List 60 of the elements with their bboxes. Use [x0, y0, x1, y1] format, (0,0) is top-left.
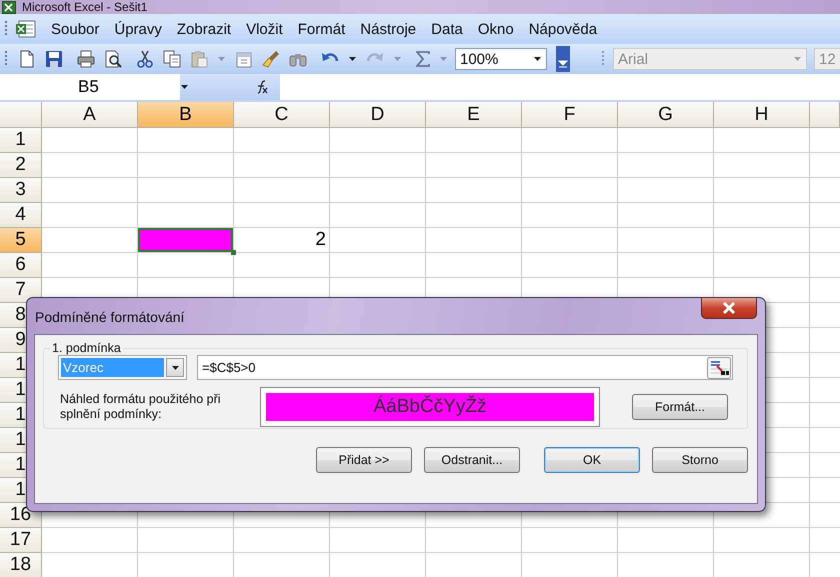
menu-item[interactable]: Úpravy: [106, 16, 169, 42]
column-header[interactable]: D: [330, 102, 426, 128]
menu-item[interactable]: Nápověda: [520, 16, 604, 42]
brush-icon[interactable]: [262, 50, 280, 68]
dialog-button[interactable]: Přidat >>: [316, 447, 412, 473]
column-header[interactable]: B: [138, 102, 234, 128]
excel-document-icon[interactable]: [15, 19, 37, 39]
caret-icon[interactable]: [180, 84, 189, 90]
row-header[interactable]: 1: [0, 128, 42, 153]
menu-item[interactable]: Formát: [290, 16, 352, 42]
caret-icon: [533, 56, 542, 62]
row-header[interactable]: 2: [0, 153, 42, 178]
row-header[interactable]: 6: [0, 253, 42, 278]
caret-icon[interactable]: [348, 56, 357, 62]
row-header[interactable]: 4: [0, 203, 42, 228]
menu-item[interactable]: Nástroje: [352, 16, 424, 42]
column-header[interactable]: E: [426, 102, 522, 128]
caret-icon: [170, 364, 180, 370]
preview-label: Náhled formátu použitého při splnění podmínky:: [59, 392, 222, 422]
row-header[interactable]: 17: [0, 528, 42, 553]
scissors-icon[interactable]: [136, 50, 154, 68]
column-header[interactable]: A: [42, 102, 138, 128]
column-header[interactable]: C: [234, 102, 330, 128]
row-header[interactable]: 7: [0, 278, 42, 303]
filled-cell[interactable]: [138, 228, 233, 252]
row-header[interactable]: 3: [0, 178, 42, 203]
excel-icon: [2, 0, 16, 14]
formula-input[interactable]: =$C$5>0: [197, 355, 733, 380]
menu-item[interactable]: Vložit: [238, 16, 290, 42]
close-button[interactable]: [701, 298, 757, 319]
print-preview-icon[interactable]: [104, 50, 122, 68]
format-preview: ÁáBbČčYyŽž: [266, 393, 594, 421]
close-icon: [722, 302, 736, 314]
dialog-button[interactable]: OK: [544, 447, 640, 473]
menu-item[interactable]: Okno: [470, 16, 521, 42]
copy-icon[interactable]: [163, 50, 181, 68]
clipboard-icon[interactable]: [190, 50, 208, 68]
caret-icon: [793, 56, 802, 62]
column-header[interactable]: H: [714, 102, 810, 128]
range-select-icon[interactable]: [707, 356, 731, 378]
toolbar-options-icon[interactable]: [556, 46, 570, 72]
format-button[interactable]: Formát...: [632, 394, 728, 420]
window-title: Microsoft Excel - Sešit1: [22, 0, 148, 14]
menu-item[interactable]: Data: [423, 16, 470, 42]
sigma-icon[interactable]: [416, 51, 430, 67]
calendar-icon[interactable]: [235, 50, 253, 68]
group-label: 1. podmínka: [51, 341, 122, 355]
menu-item[interactable]: Zobrazit: [168, 16, 238, 42]
dialog-button[interactable]: Odstranit...: [424, 447, 520, 473]
column-header[interactable]: G: [618, 102, 714, 128]
row-header[interactable]: 18: [0, 553, 42, 577]
print-icon[interactable]: [77, 50, 95, 68]
zoom-combo[interactable]: 100%: [455, 48, 547, 70]
dialog-button[interactable]: Storno: [652, 447, 748, 473]
table-cell-text: 2: [314, 228, 327, 252]
save-icon[interactable]: [45, 50, 63, 68]
row-header[interactable]: 5: [0, 228, 42, 253]
menu-item[interactable]: Soubor: [43, 16, 106, 42]
column-header[interactable]: F: [522, 102, 618, 128]
new-document-icon[interactable]: [18, 50, 36, 68]
